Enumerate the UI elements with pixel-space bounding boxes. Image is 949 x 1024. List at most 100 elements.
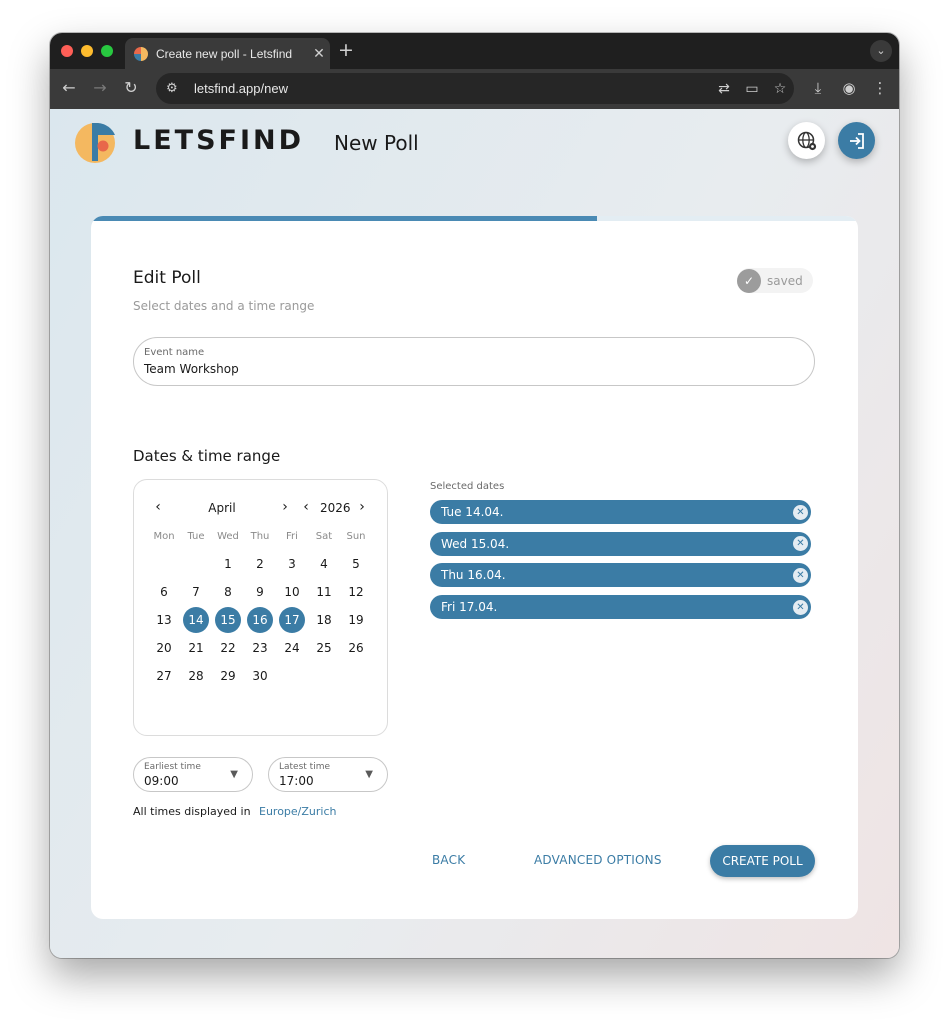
calendar-day[interactable]: 23 <box>247 635 273 661</box>
browser-tab[interactable]: Create new poll - Letsfind ✕ <box>125 38 330 69</box>
saved-label: saved <box>767 273 803 288</box>
calendar-day[interactable]: 24 <box>279 635 305 661</box>
back-button[interactable]: BACK <box>432 853 465 867</box>
calendar-day[interactable]: 11 <box>311 579 337 605</box>
remove-date-icon[interactable]: ✕ <box>793 536 808 552</box>
tab-title: Create new poll - Letsfind <box>156 46 293 61</box>
latest-time-select[interactable]: Latest time 17:00 ▼ <box>268 757 388 792</box>
selected-date-label: Fri 17.04. <box>441 600 498 615</box>
latest-time-label: Latest time <box>279 762 331 772</box>
calendar-day[interactable]: 13 <box>151 607 177 633</box>
calendar-day[interactable]: 25 <box>311 635 337 661</box>
minimize-window-button[interactable] <box>81 45 93 57</box>
language-settings-button[interactable] <box>788 122 825 159</box>
poll-card: Edit Poll Select dates and a time range … <box>91 216 858 919</box>
prev-month-button[interactable]: ‹ <box>150 499 166 515</box>
download-icon[interactable]: ⤓ <box>808 79 828 97</box>
event-name-input[interactable]: Team Workshop <box>144 362 239 376</box>
calendar-day[interactable]: 16 <box>247 607 273 633</box>
calendar-day[interactable]: 12 <box>343 579 369 605</box>
back-arrow-icon[interactable]: ← <box>59 78 79 97</box>
weekday-header: Fri <box>286 531 298 542</box>
calendar-day[interactable]: 8 <box>215 579 241 605</box>
calendar-month: April <box>208 501 236 515</box>
selected-date-chip[interactable]: Thu 16.04. ✕ <box>430 563 811 588</box>
calendar-day[interactable]: 19 <box>343 607 369 633</box>
latest-time-value: 17:00 <box>279 774 314 788</box>
calendar-day[interactable]: 9 <box>247 579 273 605</box>
timezone-label: All times displayed in <box>133 805 251 818</box>
earliest-time-select[interactable]: Earliest time 09:00 ▼ <box>133 757 253 792</box>
next-year-button[interactable]: › <box>354 499 370 515</box>
selected-date-chip[interactable]: Tue 14.04. ✕ <box>430 500 811 524</box>
weekday-header: Sat <box>315 531 333 542</box>
calendar-day[interactable]: 15 <box>215 607 241 633</box>
reload-icon[interactable]: ↻ <box>121 78 141 97</box>
close-window-button[interactable] <box>61 45 73 57</box>
letsfind-logo-icon <box>75 123 115 163</box>
caret-down-icon: ▼ <box>365 769 373 780</box>
remove-date-icon[interactable]: ✕ <box>793 504 808 520</box>
weekday-header: Tue <box>187 531 205 542</box>
calendar-day[interactable]: 14 <box>183 607 209 633</box>
earliest-time-value: 09:00 <box>144 774 179 788</box>
calendar-day[interactable]: 18 <box>311 607 337 633</box>
calendar-day[interactable]: 2 <box>247 551 273 577</box>
next-month-button[interactable]: › <box>277 499 293 515</box>
calendar-day[interactable]: 10 <box>279 579 305 605</box>
saved-status-badge: ✓ saved <box>737 268 813 293</box>
browser-toolbar: ← → ↻ ⚙ letsfind.app/new ⇄ ▭ ☆ ⤓ ◉ ⋮ <box>50 69 899 109</box>
url-text[interactable]: letsfind.app/new <box>194 81 710 96</box>
calendar-day[interactable]: 29 <box>215 663 241 689</box>
address-bar[interactable]: ⚙ letsfind.app/new ⇄ ▭ ☆ <box>156 73 794 104</box>
more-menu-icon[interactable]: ⋮ <box>870 79 890 97</box>
login-button[interactable] <box>838 122 875 159</box>
calendar-day[interactable]: 22 <box>215 635 241 661</box>
calendar-day[interactable]: 26 <box>343 635 369 661</box>
progress-fill <box>91 216 598 221</box>
translate-icon[interactable]: ⇄ <box>710 81 738 97</box>
calendar-day[interactable]: 7 <box>183 579 209 605</box>
prev-year-button[interactable]: ‹ <box>298 499 314 515</box>
selected-date-chip[interactable]: Fri 17.04. ✕ <box>430 595 811 620</box>
date-picker-calendar: ‹ April › ‹ 2026 › Mon Tue Wed Thu Fri Sat Sun… <box>133 479 388 736</box>
caret-down-icon: ▼ <box>230 769 238 780</box>
calendar-day[interactable]: 3 <box>279 551 305 577</box>
remove-date-icon[interactable]: ✕ <box>793 599 808 615</box>
page-title: New Poll <box>334 131 419 155</box>
selected-date-label: Thu 16.04. <box>441 568 506 583</box>
remove-date-icon[interactable]: ✕ <box>793 567 808 583</box>
calendar-day[interactable]: 27 <box>151 663 177 689</box>
create-poll-button[interactable]: CREATE POLL <box>710 845 815 877</box>
new-tab-icon[interactable]: + <box>338 39 354 61</box>
profile-icon[interactable]: ◉ <box>839 79 859 97</box>
page: LETSFIND New Poll Edit Poll Select dates… <box>50 109 899 958</box>
calendar-day[interactable]: 6 <box>151 579 177 605</box>
advanced-options-button[interactable]: ADVANCED OPTIONS <box>534 853 662 867</box>
bookmark-star-icon[interactable]: ☆ <box>766 81 794 97</box>
weekday-header: Sun <box>346 531 366 542</box>
selected-date-chip[interactable]: Wed 15.04. ✕ <box>430 531 811 556</box>
selected-date-label: Tue 14.04. <box>441 505 504 519</box>
card-title: Edit Poll <box>133 268 201 288</box>
calendar-day[interactable]: 28 <box>183 663 209 689</box>
calendar-day[interactable]: 1 <box>215 551 241 577</box>
maximize-window-button[interactable] <box>101 45 113 57</box>
site-info-icon[interactable]: ⚙ <box>166 81 184 96</box>
install-app-icon[interactable]: ▭ <box>738 81 766 97</box>
calendar-day[interactable]: 5 <box>343 551 369 577</box>
calendar-day[interactable]: 21 <box>183 635 209 661</box>
forward-arrow-icon[interactable]: → <box>90 78 110 97</box>
tab-strip: Create new poll - Letsfind ✕ + ⌄ <box>50 33 899 69</box>
calendar-day[interactable]: 20 <box>151 635 177 661</box>
event-name-field[interactable]: Event name Team Workshop <box>133 337 815 386</box>
calendar-day[interactable]: 4 <box>311 551 337 577</box>
timezone-link[interactable]: Europe/Zurich <box>259 805 337 818</box>
globe-settings-icon <box>797 131 816 150</box>
tab-search-icon[interactable]: ⌄ <box>870 40 892 62</box>
earliest-time-label: Earliest time <box>144 762 201 772</box>
calendar-day[interactable]: 30 <box>247 663 273 689</box>
favicon-icon <box>134 46 148 61</box>
tab-close-icon[interactable]: ✕ <box>308 46 330 62</box>
calendar-day[interactable]: 17 <box>279 607 305 633</box>
